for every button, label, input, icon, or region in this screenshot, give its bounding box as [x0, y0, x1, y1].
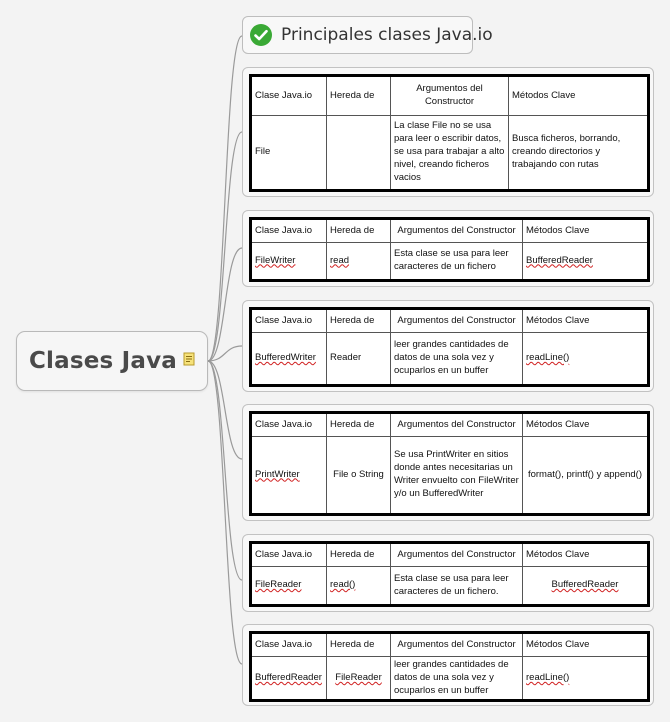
header-clase: Clase Java.io — [250, 542, 327, 567]
cell-argumentos: leer grandes cantidades de datos de una … — [390, 332, 523, 386]
class-table: Clase Java.io Hereda de Argumentos del C… — [249, 217, 650, 282]
header-clase: Clase Java.io — [250, 308, 327, 333]
cell-hereda: Reader — [326, 332, 391, 386]
connector-topic-5 — [207, 360, 243, 460]
cell-clase: File — [250, 115, 327, 191]
central-topic-title: Clases Java — [28, 348, 178, 374]
class-table: Clase Java.io Hereda de Argumentos del C… — [249, 631, 650, 703]
cell-argumentos: Se usa PrintWriter en sitios donde antes… — [390, 436, 523, 515]
header-metodos: Métodos Clave — [522, 308, 649, 333]
header-hereda: Hereda de — [326, 412, 391, 437]
cell-clase: PrintWriter — [250, 436, 327, 515]
class-table: Clase Java.io Hereda de Argumentos del C… — [249, 74, 650, 192]
topic-bufferedreader[interactable]: Clase Java.io Hereda de Argumentos del C… — [242, 624, 654, 706]
header-hereda: Hereda de — [326, 308, 391, 333]
cell-argumentos: Esta clase se usa para leer caracteres d… — [390, 242, 523, 281]
header-hereda: Hereda de — [326, 218, 391, 243]
note-icon[interactable] — [183, 352, 195, 371]
cell-hereda: File o String — [326, 436, 391, 515]
check-icon — [250, 24, 272, 46]
class-table: Clase Java.io Hereda de Argumentos del C… — [249, 307, 650, 387]
cell-metodos: readLine() — [522, 332, 649, 386]
cell-argumentos: leer grandes cantidades de datos de una … — [390, 655, 523, 702]
cell-clase: FileWriter — [250, 242, 327, 281]
header-argumentos: Argumentos del Constructor — [390, 218, 523, 243]
header-metodos: Métodos Clave — [522, 412, 649, 437]
header-metodos: Métodos Clave — [522, 218, 649, 243]
connector-topic-2 — [207, 131, 243, 362]
cell-hereda: read() — [326, 566, 391, 606]
topic-filereader[interactable]: Clase Java.io Hereda de Argumentos del C… — [242, 534, 654, 612]
header-metodos: Métodos Clave — [508, 75, 649, 116]
connector-topic-6 — [207, 360, 243, 581]
cell-hereda: FileReader — [326, 655, 391, 702]
header-clase: Clase Java.io — [250, 412, 327, 437]
central-topic[interactable]: Clases Java — [16, 331, 208, 391]
header-argumentos: Argumentos del Constructor — [390, 632, 523, 657]
header-argumentos: Argumentos del Constructor — [390, 75, 509, 116]
header-metodos: Métodos Clave — [522, 632, 649, 657]
class-table: Clase Java.io Hereda de Argumentos del C… — [249, 411, 650, 516]
topic-filewriter[interactable]: Clase Java.io Hereda de Argumentos del C… — [242, 210, 654, 287]
connector-topic-1 — [207, 35, 243, 362]
header-argumentos: Argumentos del Constructor — [390, 412, 523, 437]
header-clase: Clase Java.io — [250, 75, 327, 116]
header-hereda: Hereda de — [326, 542, 391, 567]
header-hereda: Hereda de — [326, 75, 391, 116]
header-hereda: Hereda de — [326, 632, 391, 657]
connector-topic-3 — [207, 247, 243, 362]
cell-metodos: BufferedReader — [522, 242, 649, 281]
header-argumentos: Argumentos del Constructor — [390, 542, 523, 567]
cell-metodos: format(), printf() y append() — [522, 436, 649, 515]
topic-file[interactable]: Clase Java.io Hereda de Argumentos del C… — [242, 67, 654, 197]
cell-clase: BufferedReader — [250, 655, 327, 702]
cell-metodos: BufferedReader — [522, 566, 649, 606]
topic-bufferedwriter[interactable]: Clase Java.io Hereda de Argumentos del C… — [242, 300, 654, 392]
cell-metodos: Busca ficheros, borrando, creando direct… — [508, 115, 649, 191]
cell-clase: BufferedWriter — [250, 332, 327, 386]
header-clase: Clase Java.io — [250, 632, 327, 657]
cell-argumentos: Esta clase se usa para leer caracteres d… — [390, 566, 523, 606]
header-clase: Clase Java.io — [250, 218, 327, 243]
topic-printwriter[interactable]: Clase Java.io Hereda de Argumentos del C… — [242, 404, 654, 521]
header-metodos: Métodos Clave — [522, 542, 649, 567]
cell-clase: FileReader — [250, 566, 327, 606]
topic-principales-clases[interactable]: Principales clases Java.io — [242, 16, 493, 54]
class-table: Clase Java.io Hereda de Argumentos del C… — [249, 541, 650, 607]
cell-argumentos: La clase File no se usa para leer o escr… — [390, 115, 509, 191]
topic-title: Principales clases Java.io — [281, 25, 493, 45]
cell-hereda: read — [326, 242, 391, 281]
cell-hereda — [326, 115, 391, 191]
cell-metodos: readLine() — [522, 655, 649, 702]
header-argumentos: Argumentos del Constructor — [390, 308, 523, 333]
